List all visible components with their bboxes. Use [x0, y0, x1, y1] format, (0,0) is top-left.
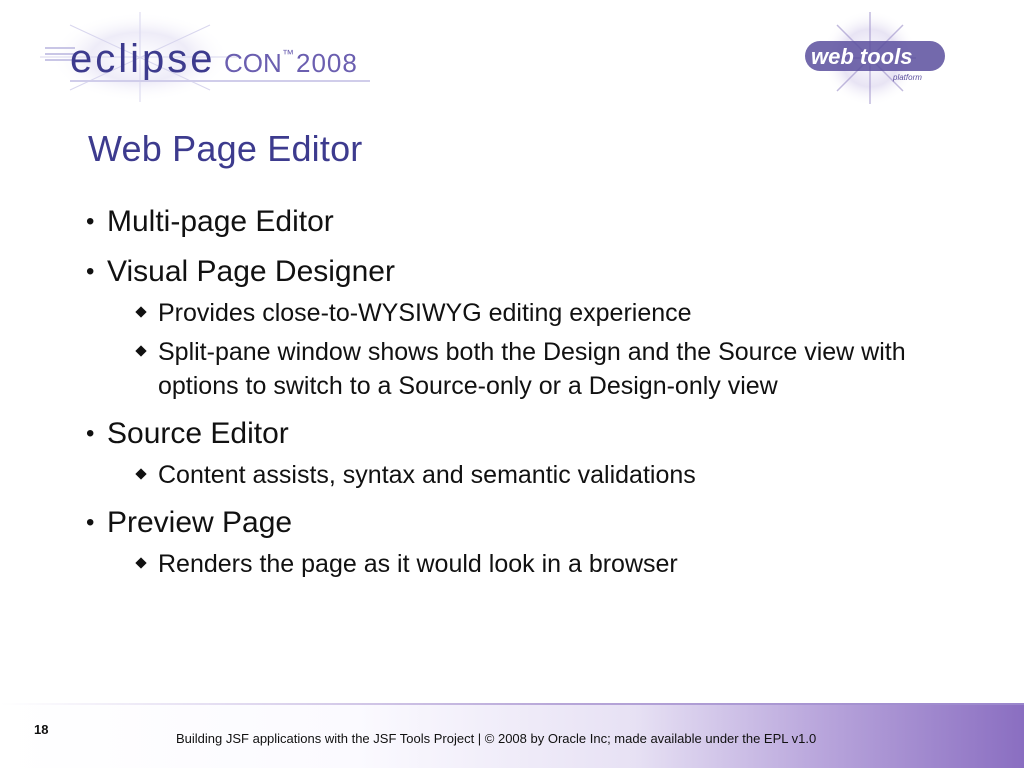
sub-bullet-item: Provides close-to-WYSIWYG editing experi…	[135, 296, 936, 330]
eclipsecon-2008-logo: eclipse CON ™ 2008	[40, 12, 370, 102]
bullet-dot-icon: •	[86, 208, 95, 235]
bullet-text: Source Editor	[107, 417, 289, 450]
bullet-dot-icon: •	[86, 420, 95, 447]
tm-mark: ™	[282, 47, 294, 61]
bullet-item: • Multi-page Editor	[86, 204, 936, 240]
bullet-text: Preview Page	[107, 506, 293, 539]
sub-bullet-text: Renders the page as it would look in a b…	[158, 550, 678, 578]
eclipse-logo-text: eclipse	[70, 37, 216, 81]
sub-bullet-item: Split-pane window shows both the Design …	[135, 335, 936, 403]
slide-header: eclipse CON ™ 2008 web tools platform	[0, 0, 1024, 110]
bullet-dot-icon: •	[86, 509, 95, 536]
bullet-text: Multi-page Editor	[107, 205, 334, 238]
web-tools-platform-logo: web tools platform	[805, 10, 945, 106]
diamond-bullet-icon	[135, 557, 147, 569]
sub-bullet-item: Renders the page as it would look in a b…	[135, 547, 936, 581]
slide-content: • Multi-page Editor • Visual Page Design…	[86, 204, 936, 594]
bullet-item: • Preview Page	[86, 505, 936, 541]
sub-bullet-item: Content assists, syntax and semantic val…	[135, 458, 936, 492]
bullet-item: • Source Editor	[86, 416, 936, 452]
footer-divider	[0, 703, 1024, 705]
page-number: 18	[34, 722, 49, 737]
footer-text: Building JSF applications with the JSF T…	[176, 731, 817, 746]
sub-bullet-text: Content assists, syntax and semantic val…	[158, 461, 696, 489]
con-logo-text: CON	[224, 48, 282, 78]
sub-bullet-text: Provides close-to-WYSIWYG editing experi…	[158, 299, 692, 327]
bullet-dot-icon: •	[86, 258, 95, 285]
year-logo-text: 2008	[296, 48, 358, 78]
slide-title: Web Page Editor	[88, 128, 363, 169]
bullet-text: Visual Page Designer	[107, 255, 395, 288]
bullet-item: • Visual Page Designer	[86, 254, 936, 290]
platform-logo-text: platform	[892, 73, 922, 82]
sub-bullet-text: Split-pane window shows both the Design …	[158, 338, 906, 400]
diamond-bullet-icon	[135, 468, 147, 480]
web-tools-logo-text: web tools	[811, 44, 912, 69]
diamond-bullet-icon	[135, 306, 147, 318]
diamond-bullet-icon	[135, 345, 147, 357]
